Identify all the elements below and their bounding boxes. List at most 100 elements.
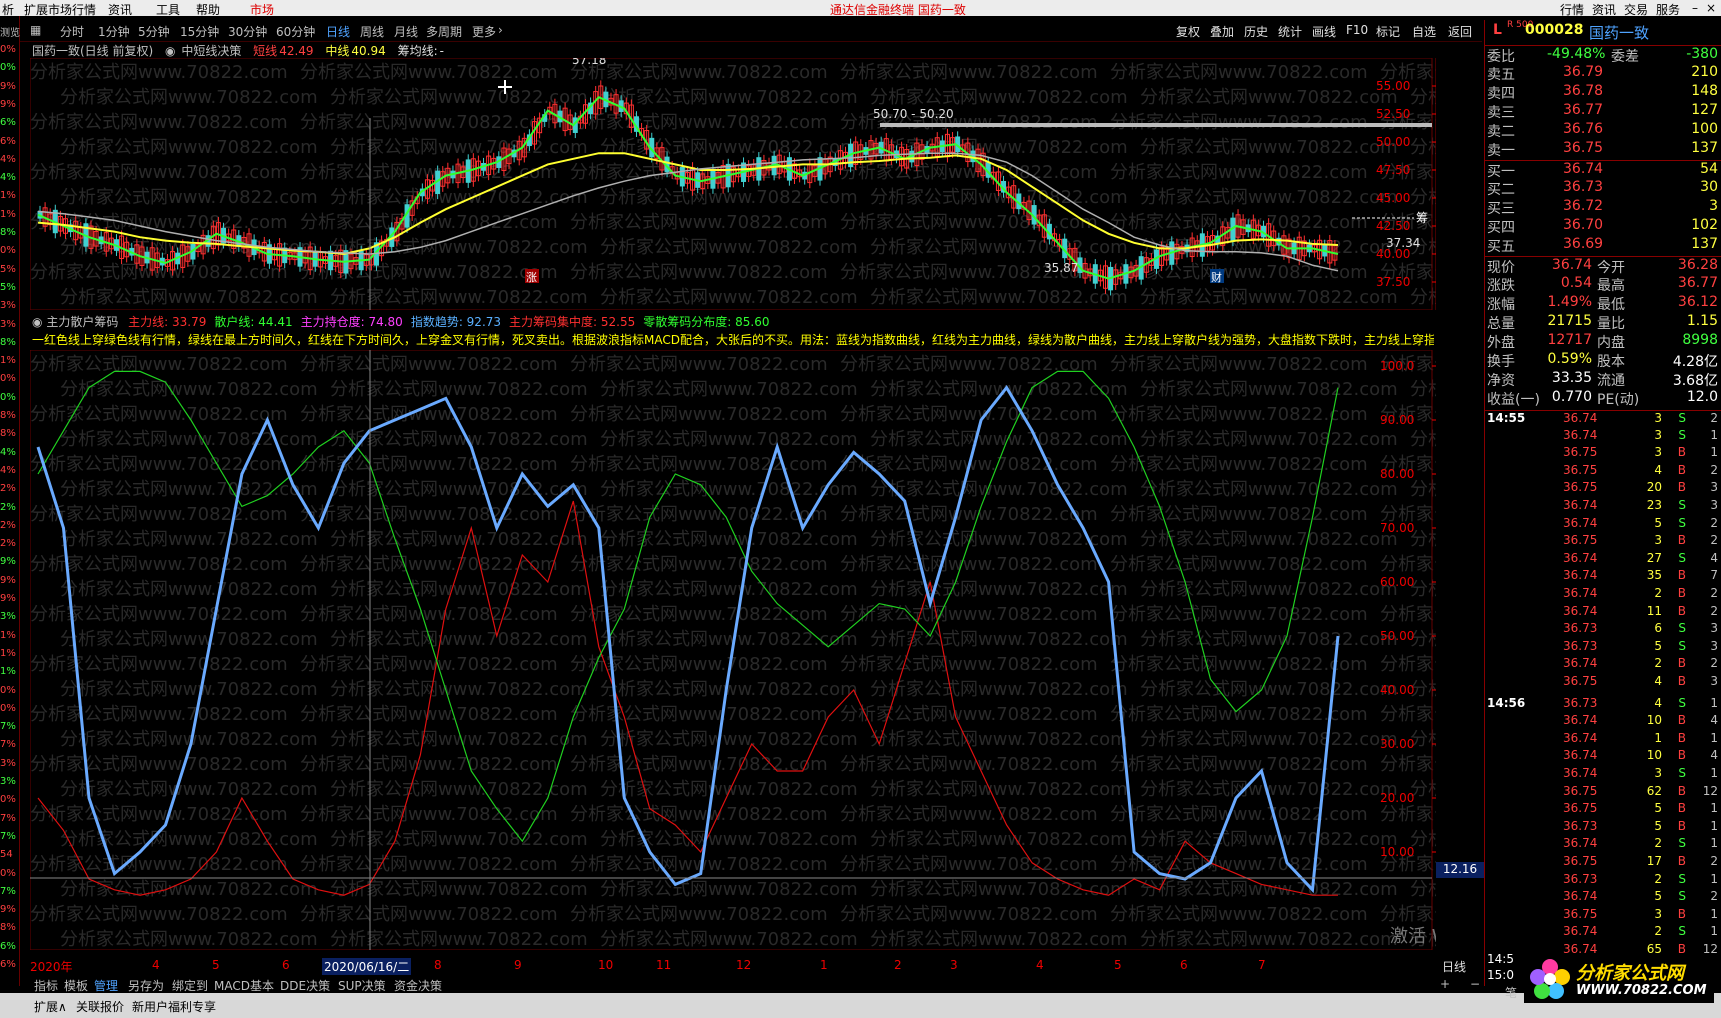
bid-row[interactable]: 买四 36.70 102 <box>1485 217 1721 236</box>
period-1min[interactable]: 1分钟 <box>98 23 130 40</box>
tick-price: 36.74 <box>1563 427 1598 442</box>
toolbar-restore-rights[interactable]: 复权 <box>1176 23 1200 40</box>
period-fenshi[interactable]: 分时 <box>60 23 84 40</box>
period-30min[interactable]: 30分钟 <box>228 23 267 40</box>
tab-save-as[interactable]: 另存为 <box>128 977 164 994</box>
toolbar-draw[interactable]: 画线 <box>1312 23 1336 40</box>
menu-item-news[interactable]: 资讯 <box>108 1 132 18</box>
toolbar-history[interactable]: 历史 <box>1244 23 1268 40</box>
tab-funds[interactable]: 资金决策 <box>394 977 442 994</box>
tab-template[interactable]: 模板 <box>64 977 88 994</box>
watermark-text: 分析家公式网www.70822.com <box>60 679 318 700</box>
tick-row[interactable]: 36.75 4 B 3 <box>1485 674 1721 690</box>
close-icon[interactable]: × <box>1706 1 1716 15</box>
status-new-user[interactable]: 新用户福利专享 <box>132 998 216 1015</box>
tick-row[interactable]: 36.75 3 B 1 <box>1485 445 1721 461</box>
period-daily[interactable]: 日线 <box>326 23 350 40</box>
tick-row[interactable]: 36.75 62 B 12 <box>1485 784 1721 800</box>
toolbar-f10[interactable]: F10 <box>1346 23 1368 37</box>
period-grid-icon[interactable]: ▦ <box>30 23 41 37</box>
bid-row[interactable]: 买二 36.73 30 <box>1485 179 1721 198</box>
period-weekly[interactable]: 周线 <box>360 23 384 40</box>
ask-row[interactable]: 卖四 36.78 148 <box>1485 83 1721 102</box>
tick-row[interactable]: 36.74 10 B 4 <box>1485 748 1721 764</box>
period-5min[interactable]: 5分钟 <box>138 23 170 40</box>
tick-row[interactable]: 36.74 1 B 1 <box>1485 731 1721 747</box>
tab-macd[interactable]: MACD基本 <box>214 977 274 994</box>
tick-row[interactable]: 36.73 6 S 3 <box>1485 621 1721 637</box>
indicator-dropdown-icon[interactable]: ◉ <box>165 44 175 58</box>
watermark-text: 分析家公式网www.70822.com <box>570 454 828 475</box>
ask-row[interactable]: 卖二 36.76 100 <box>1485 121 1721 140</box>
tab-dde[interactable]: DDE决策 <box>280 977 330 994</box>
tick-row[interactable]: 36.73 2 S 1 <box>1485 872 1721 888</box>
menu-item-quote[interactable]: 行情 <box>1560 1 1584 18</box>
toolbar-mark[interactable]: 标记 <box>1376 23 1400 40</box>
tick-row[interactable]: 36.73 5 S 3 <box>1485 639 1721 655</box>
tick-row[interactable]: 36.74 11 B 2 <box>1485 604 1721 620</box>
footer-tick-label[interactable]: 笔 <box>1505 984 1517 1001</box>
tick-row[interactable]: 36.73 5 B 1 <box>1485 819 1721 835</box>
tick-row[interactable]: 36.74 3 S 1 <box>1485 766 1721 782</box>
indicator-chart[interactable]: 分析家公式网www.70822.com 分析家公式网www.70822.com 分析… <box>30 350 1436 950</box>
ask-row[interactable]: 卖五 36.79 210 <box>1485 64 1721 83</box>
tick-row[interactable]: 36.74 3 S 1 <box>1485 428 1721 444</box>
tick-row[interactable]: 36.74 23 S 3 <box>1485 498 1721 514</box>
indicator-name[interactable]: 主力散户筹码 <box>46 315 118 329</box>
tick-row[interactable]: 36.74 10 B 4 <box>1485 713 1721 729</box>
tick-row[interactable]: 36.75 4 B 2 <box>1485 463 1721 479</box>
kline-chart[interactable]: 分析家公式网www.70822.com 分析家公式网www.70822.com 分析… <box>30 58 1436 310</box>
menu-item-extended-market[interactable]: 扩展市场行情 <box>24 1 96 18</box>
tick-row[interactable]: 36.75 3 B 1 <box>1485 907 1721 923</box>
tick-row[interactable]: 36.75 5 B 1 <box>1485 801 1721 817</box>
tick-row[interactable]: 36.74 2 S 1 <box>1485 836 1721 852</box>
bid-row[interactable]: 买一 36.74 54 <box>1485 160 1721 180</box>
menu-item-trade[interactable]: 交易 <box>1624 1 1648 18</box>
zoom-out-icon[interactable]: − <box>1470 977 1480 991</box>
stat-label-2: 最低 <box>1597 297 1625 313</box>
tick-row[interactable]: 36.75 17 B 2 <box>1485 854 1721 870</box>
tick-row[interactable]: 36.74 35 B 7 <box>1485 568 1721 584</box>
tick-row[interactable]: 14:56 36.73 4 S 1 <box>1485 696 1721 712</box>
toolbar-stats[interactable]: 统计 <box>1278 23 1302 40</box>
tick-row[interactable]: 36.75 20 B 3 <box>1485 480 1721 496</box>
tick-row[interactable]: 36.74 2 S 1 <box>1485 924 1721 940</box>
tick-row[interactable]: 36.74 5 S 2 <box>1485 889 1721 905</box>
timeline-label: 4 <box>152 958 160 972</box>
tab-bind[interactable]: 绑定到 <box>172 977 208 994</box>
menu-item-info[interactable]: 资讯 <box>1592 1 1616 18</box>
watermark-text: 分析家公式网www.70822.com <box>570 404 828 425</box>
tick-row[interactable]: 36.74 2 B 2 <box>1485 586 1721 602</box>
status-extend[interactable]: 扩展∧ <box>34 998 67 1015</box>
tick-row[interactable]: 36.74 5 S 2 <box>1485 516 1721 532</box>
ask-row[interactable]: 卖一 36.75 137 <box>1485 140 1721 159</box>
tick-row[interactable]: 14:55 36.74 3 S 2 <box>1485 410 1721 426</box>
tab-sup[interactable]: SUP决策 <box>338 977 386 994</box>
period-60min[interactable]: 60分钟 <box>276 23 315 40</box>
minimize-icon[interactable]: – <box>1692 1 1698 15</box>
menu-item-market[interactable]: 市场 <box>250 1 274 18</box>
menu-item-service[interactable]: 服务 <box>1656 1 1680 18</box>
period-15min[interactable]: 15分钟 <box>180 23 219 40</box>
toolbar-back[interactable]: 返回 <box>1448 23 1472 40</box>
tick-row[interactable]: 36.74 27 S 4 <box>1485 551 1721 567</box>
menu-item-tools[interactable]: 工具 <box>156 1 180 18</box>
toolbar-overlay[interactable]: 叠加 <box>1210 23 1234 40</box>
toolbar-watchlist[interactable]: 自选 <box>1412 23 1436 40</box>
period-multi[interactable]: 多周期 <box>426 23 462 40</box>
tick-row[interactable]: 36.75 3 B 2 <box>1485 533 1721 549</box>
ask-row[interactable]: 卖三 36.77 127 <box>1485 102 1721 121</box>
period-monthly[interactable]: 月线 <box>394 23 418 40</box>
tab-indicator[interactable]: 指标 <box>34 977 58 994</box>
tick-row[interactable]: 36.74 2 B 2 <box>1485 656 1721 672</box>
bid-row[interactable]: 买三 36.72 3 <box>1485 198 1721 217</box>
bid-row[interactable]: 买五 36.69 137 <box>1485 236 1721 255</box>
tab-manage[interactable]: 管理 <box>94 977 118 994</box>
menu-item-help[interactable]: 帮助 <box>196 1 220 18</box>
indicator-dropdown-icon-2[interactable]: ◉ <box>32 315 42 329</box>
period-more[interactable]: 更多 <box>472 23 496 40</box>
chevron-right-icon[interactable]: › <box>498 23 503 37</box>
kline-indicator-name[interactable]: 中短线决策 <box>181 44 241 58</box>
status-related-quote[interactable]: 关联报价 <box>76 998 124 1015</box>
zoom-in-icon[interactable]: + <box>1440 977 1450 991</box>
